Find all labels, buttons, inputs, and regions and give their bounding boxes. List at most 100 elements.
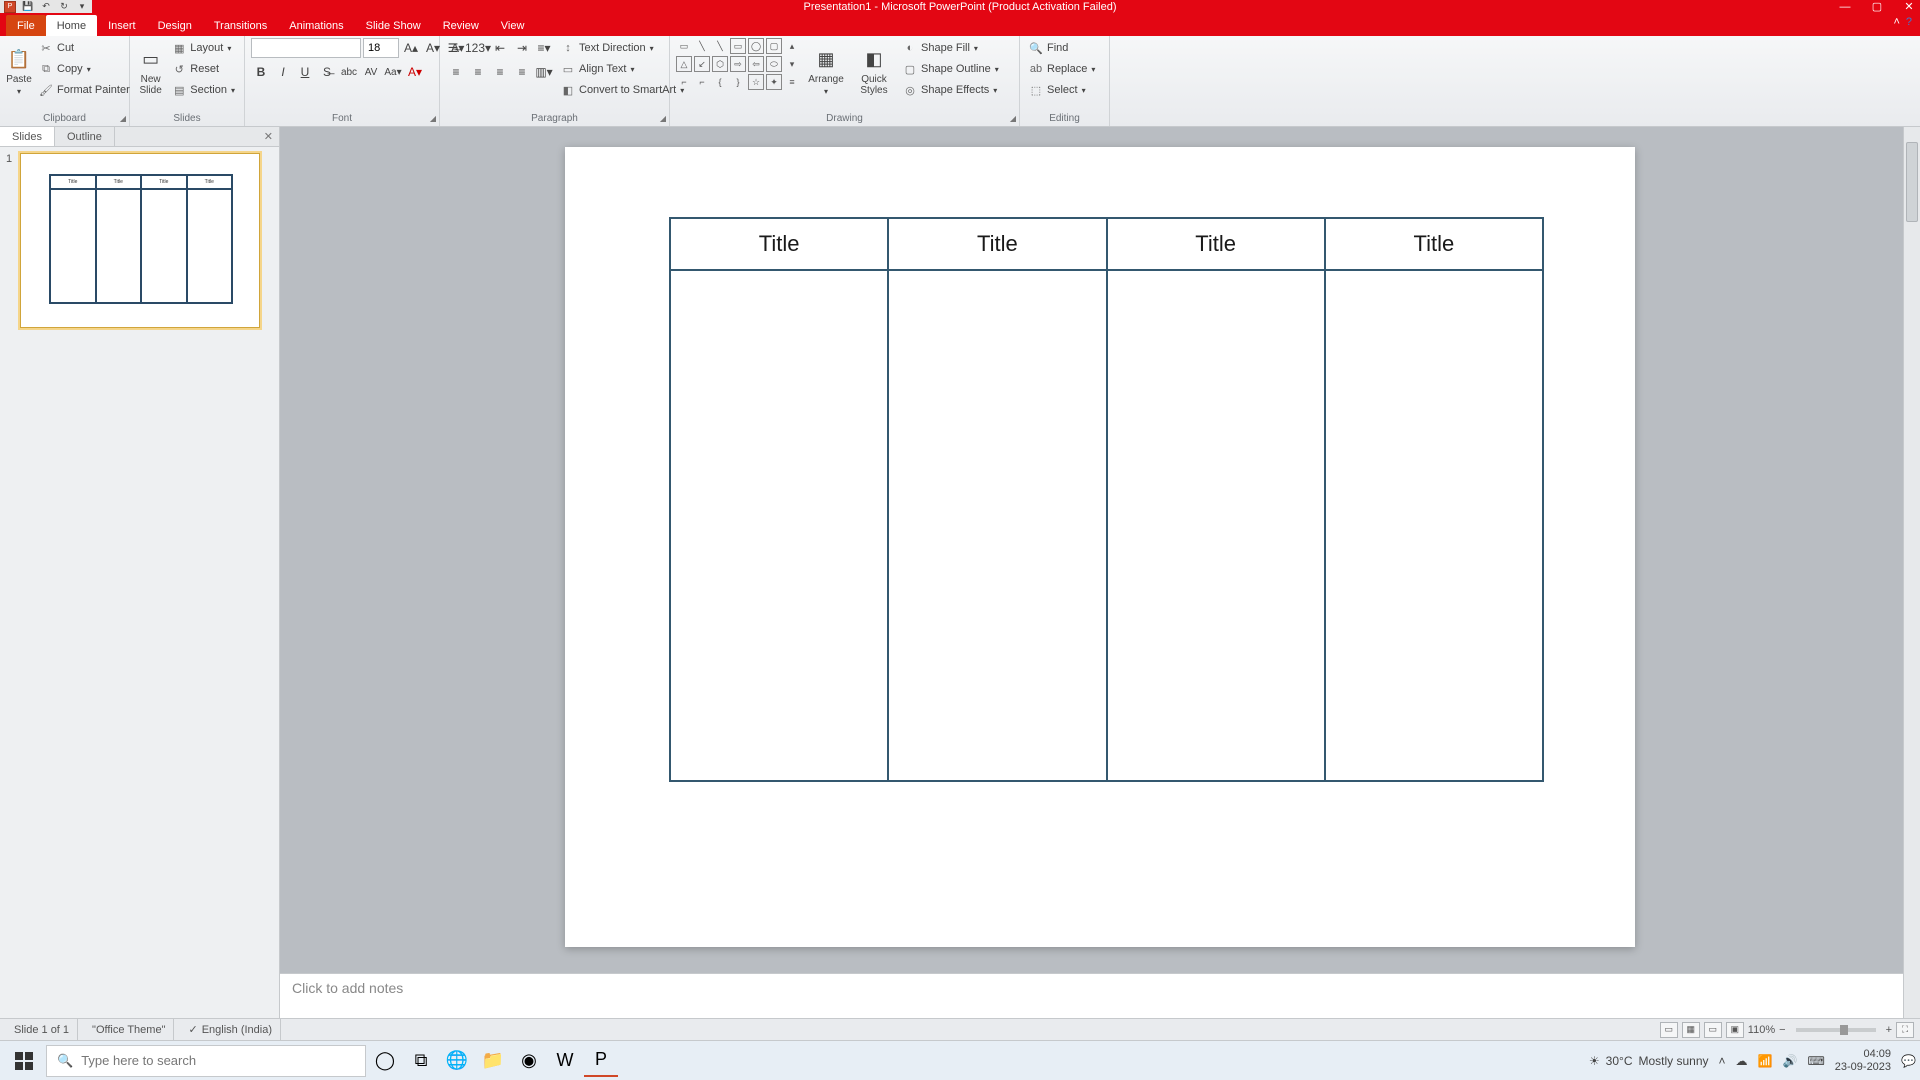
clipboard-dialog-icon[interactable]: ◢ (120, 114, 126, 123)
reset-button[interactable]: ↺Reset (169, 59, 238, 79)
font-color-button[interactable]: A▾ (405, 62, 425, 82)
find-button[interactable]: 🔍Find (1026, 38, 1098, 58)
slide-canvas[interactable]: Title Title Title Title (565, 147, 1635, 947)
layout-button[interactable]: ▦Layout▾ (169, 38, 238, 58)
weather-widget[interactable]: ☀ 30°C Mostly sunny (1589, 1054, 1709, 1068)
thumbnail-close-button[interactable]: ✕ (258, 127, 279, 146)
chrome-icon[interactable]: ◉ (512, 1045, 546, 1077)
align-right-button[interactable]: ≡ (490, 62, 510, 82)
reading-view-button[interactable]: ▭ (1704, 1022, 1722, 1038)
zoom-level[interactable]: 110% (1748, 1024, 1775, 1036)
task-view-icon[interactable]: ⧉ (404, 1045, 438, 1077)
shape-effects-button[interactable]: ◎Shape Effects▾ (900, 80, 1002, 100)
numbering-button[interactable]: 123▾ (468, 38, 488, 58)
drawing-dialog-icon[interactable]: ◢ (1010, 114, 1016, 123)
word-icon[interactable]: W (548, 1045, 582, 1077)
edge-icon[interactable]: 🌐 (440, 1045, 474, 1077)
slide-table[interactable]: Title Title Title Title (669, 217, 1544, 782)
change-case-button[interactable]: Aa▾ (383, 62, 403, 82)
normal-view-button[interactable]: ▭ (1660, 1022, 1678, 1038)
slideshow-view-button[interactable]: ▣ (1726, 1022, 1744, 1038)
shape-outline-button[interactable]: ▢Shape Outline▾ (900, 59, 1002, 79)
volume-icon[interactable]: 🔊 (1782, 1054, 1797, 1068)
strikethrough-button[interactable]: S̶ (317, 62, 337, 82)
zoom-in-button[interactable]: + (1886, 1024, 1892, 1036)
format-painter-button[interactable]: 🖌Format Painter (36, 80, 133, 100)
tab-transitions[interactable]: Transitions (203, 15, 278, 36)
undo-icon[interactable]: ↶ (40, 1, 52, 13)
decrease-indent-button[interactable]: ⇤ (490, 38, 510, 58)
italic-button[interactable]: I (273, 62, 293, 82)
minimize-ribbon-icon[interactable]: ˄ (1893, 16, 1899, 28)
copy-button[interactable]: ⧉Copy▾ (36, 59, 133, 79)
new-slide-button[interactable]: ▭ New Slide (136, 38, 165, 104)
powerpoint-taskbar-icon[interactable]: P (584, 1045, 618, 1077)
file-explorer-icon[interactable]: 📁 (476, 1045, 510, 1077)
thumbnail-tab-slides[interactable]: Slides (0, 127, 55, 146)
font-size-input[interactable]: 18 (363, 38, 399, 58)
zoom-out-button[interactable]: − (1779, 1024, 1785, 1036)
align-text-button[interactable]: ▭Align Text▾ (558, 59, 687, 79)
thumbnail-tab-outline[interactable]: Outline (55, 127, 115, 146)
char-spacing-button[interactable]: AV (361, 62, 381, 82)
slide-thumbnail[interactable]: 1 TitleTitleTitleTitle (6, 153, 273, 328)
bullets-button[interactable]: ☰▾ (446, 38, 466, 58)
font-family-input[interactable] (251, 38, 361, 58)
tab-design[interactable]: Design (147, 15, 203, 36)
wifi-icon[interactable]: 📶 (1758, 1054, 1773, 1068)
paste-button[interactable]: 📋 Paste ▾ (6, 38, 32, 104)
table-cell[interactable] (888, 270, 1106, 781)
align-center-button[interactable]: ≡ (468, 62, 488, 82)
table-header-cell[interactable]: Title (670, 218, 888, 270)
align-left-button[interactable]: ≡ (446, 62, 466, 82)
arrange-button[interactable]: ▦ Arrange▾ (804, 38, 848, 104)
status-language[interactable]: ✓English (India) (180, 1019, 281, 1040)
cut-button[interactable]: ✂Cut (36, 38, 133, 58)
select-button[interactable]: ⬚Select▾ (1026, 80, 1098, 100)
taskbar-search-input[interactable]: 🔍 Type here to search (46, 1045, 366, 1077)
notes-pane[interactable]: Click to add notes (280, 973, 1903, 1018)
tab-home[interactable]: Home (46, 15, 97, 36)
redo-icon[interactable]: ↻ (58, 1, 70, 13)
table-header-cell[interactable]: Title (1107, 218, 1325, 270)
tab-insert[interactable]: Insert (97, 15, 147, 36)
maximize-button[interactable]: ▢ (1870, 0, 1884, 13)
line-spacing-button[interactable]: ≡▾ (534, 38, 554, 58)
zoom-slider[interactable] (1796, 1028, 1876, 1032)
table-cell[interactable] (1107, 270, 1325, 781)
qat-customize-icon[interactable]: ▾ (76, 1, 88, 13)
tab-animations[interactable]: Animations (278, 15, 354, 36)
quick-styles-button[interactable]: ◧ Quick Styles (852, 38, 896, 104)
table-header-cell[interactable]: Title (888, 218, 1106, 270)
onedrive-icon[interactable]: ☁ (1736, 1054, 1748, 1068)
close-button[interactable]: ✕ (1902, 0, 1916, 13)
shapes-gallery[interactable]: ▭╲╲▭◯▢▴ △↙⬡⇨⇦⬭▾ ⌐⌐{}☆✦≡ (676, 38, 800, 90)
vertical-scrollbar[interactable] (1903, 127, 1920, 1018)
system-clock[interactable]: 04:09 23-09-2023 (1835, 1048, 1891, 1072)
save-icon[interactable]: 💾 (22, 1, 34, 13)
table-cell[interactable] (670, 270, 888, 781)
sorter-view-button[interactable]: ▦ (1682, 1022, 1700, 1038)
tray-chevron-icon[interactable]: ˄ (1719, 1054, 1726, 1068)
underline-button[interactable]: U (295, 62, 315, 82)
shadow-button[interactable]: abc (339, 62, 359, 82)
section-button[interactable]: ▤Section▾ (169, 80, 238, 100)
grow-font-button[interactable]: A▴ (401, 38, 421, 58)
help-icon[interactable]: ? (1906, 16, 1912, 28)
paragraph-dialog-icon[interactable]: ◢ (660, 114, 666, 123)
input-lang-icon[interactable]: ⌨ (1807, 1054, 1824, 1068)
font-dialog-icon[interactable]: ◢ (430, 114, 436, 123)
shape-fill-button[interactable]: ◐Shape Fill▾ (900, 38, 1002, 58)
notifications-icon[interactable]: 💬 (1901, 1054, 1916, 1068)
convert-smartart-button[interactable]: ◧Convert to SmartArt▾ (558, 80, 687, 100)
bold-button[interactable]: B (251, 62, 271, 82)
table-cell[interactable] (1325, 270, 1543, 781)
tab-slideshow[interactable]: Slide Show (355, 15, 432, 36)
tab-review[interactable]: Review (432, 15, 490, 36)
columns-button[interactable]: ▥▾ (534, 62, 554, 82)
start-button[interactable] (4, 1045, 44, 1077)
replace-button[interactable]: abReplace▾ (1026, 59, 1098, 79)
minimize-button[interactable]: — (1838, 0, 1852, 13)
tab-view[interactable]: View (490, 15, 536, 36)
increase-indent-button[interactable]: ⇥ (512, 38, 532, 58)
